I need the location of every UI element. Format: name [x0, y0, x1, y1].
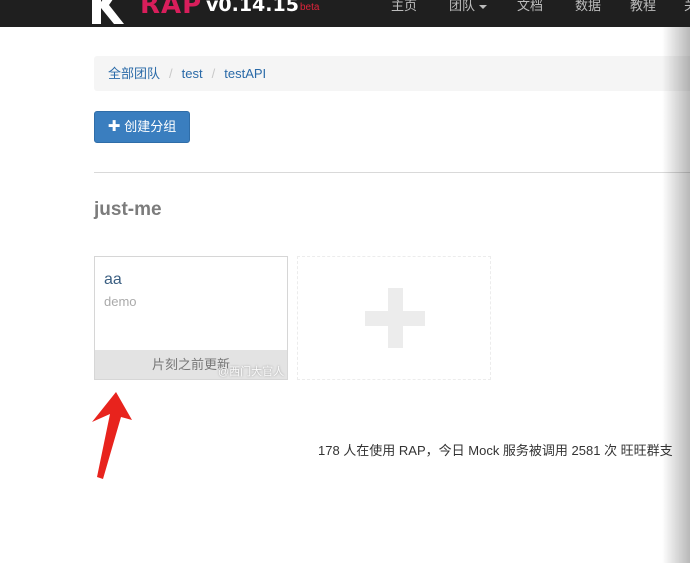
breadcrumb-team[interactable]: test: [182, 66, 203, 81]
divider: [94, 172, 690, 173]
nav-item-tutorial[interactable]: 教程: [630, 0, 656, 14]
watermark: @西门大官人: [218, 366, 285, 378]
nav-item-data[interactable]: 数据: [575, 0, 601, 14]
project-card[interactable]: aa demo 片刻之前更新: [94, 256, 288, 380]
annotation-arrow-icon: [92, 392, 132, 479]
rap-logo-icon[interactable]: [92, 0, 126, 24]
chevron-down-icon: [479, 4, 488, 9]
overlay-shadow: [662, 27, 690, 563]
nav-item-home[interactable]: 主页: [391, 0, 417, 14]
project-description: demo: [104, 294, 137, 309]
beta-badge: beta: [300, 2, 320, 13]
breadcrumb-all-teams[interactable]: 全部团队: [108, 66, 160, 81]
usage-stats: 178 人在使用 RAP，今日 Mock 服务被调用 2581 次 旺旺群支: [318, 443, 673, 458]
group-title: just-me: [94, 199, 162, 220]
breadcrumb-separator: /: [211, 66, 216, 81]
add-project-button[interactable]: [297, 256, 491, 380]
plus-icon: ✚: [107, 118, 121, 135]
create-group-button[interactable]: ✚ 创建分组: [94, 111, 190, 143]
breadcrumb-separator: /: [169, 66, 173, 81]
project-name[interactable]: aa: [104, 271, 122, 289]
nav-item-team[interactable]: 团队: [449, 0, 488, 14]
breadcrumb-current[interactable]: testAPI: [224, 66, 266, 81]
breadcrumb: 全部团队 / test / testAPI: [94, 56, 690, 91]
nav-item-docs[interactable]: 文档: [517, 0, 543, 14]
nav-item-team-label: 团队: [449, 0, 476, 13]
brand-name[interactable]: RAP: [140, 0, 202, 20]
nav-item-about[interactable]: 关: [684, 0, 690, 14]
add-plus-icon-bar: [365, 311, 425, 326]
top-navbar: RAP v0.14.15 beta 主页 团队 文档 数据 教程 关: [0, 0, 690, 27]
version-label: v0.14.15: [206, 0, 299, 16]
create-group-label: 创建分组: [124, 119, 177, 134]
